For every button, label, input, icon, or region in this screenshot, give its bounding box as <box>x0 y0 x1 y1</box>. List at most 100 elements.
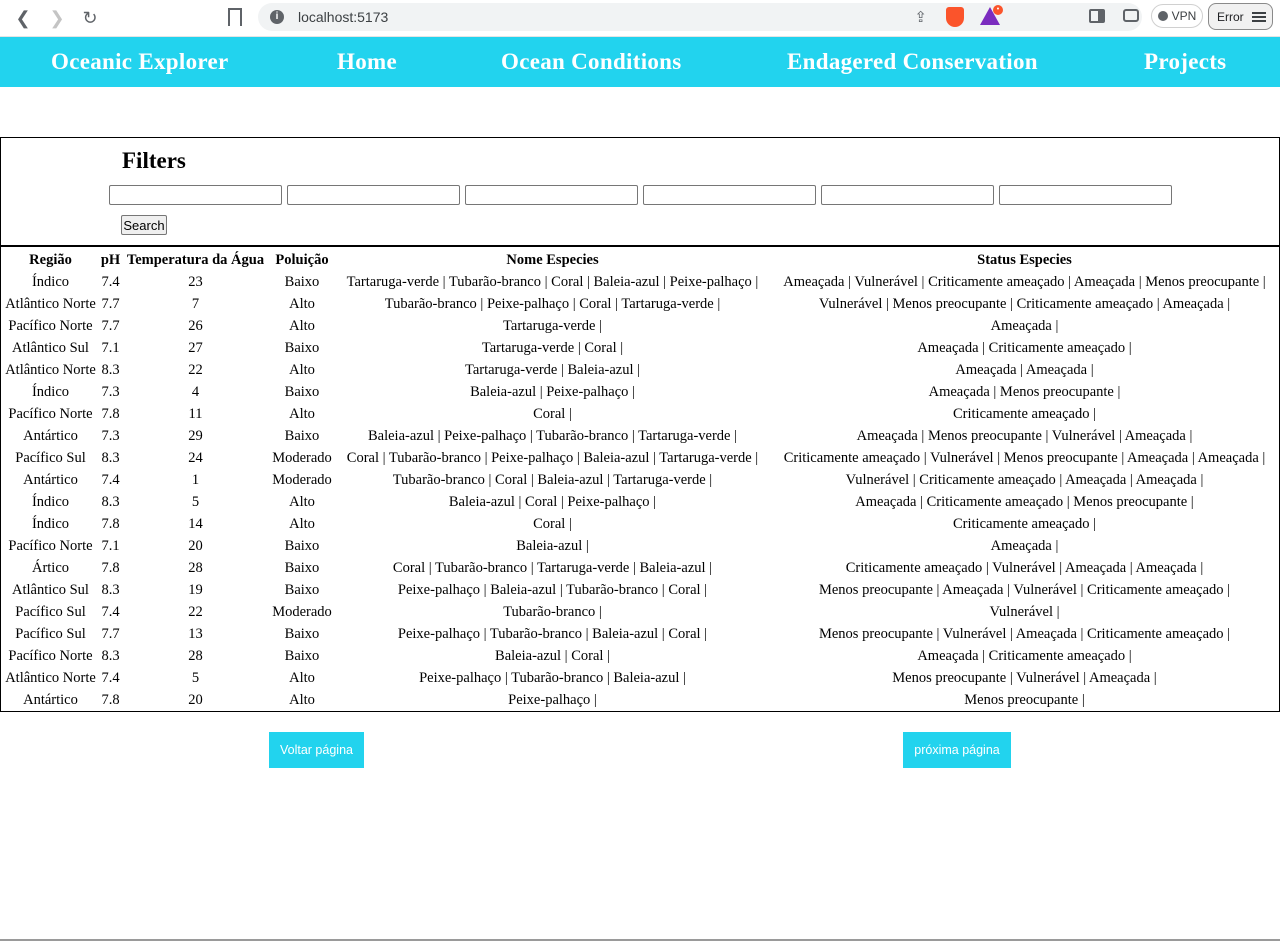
data-panel: Filters Search Região pH Temperatura da … <box>0 137 1280 712</box>
filters-title: Filters <box>122 148 186 173</box>
site-info-icon[interactable]: i <box>270 10 284 24</box>
cell-status-especies: Menos preocupante | Vulnerável | Ameaçad… <box>892 669 1157 686</box>
back-icon[interactable]: ❮ <box>11 6 35 30</box>
wallet-icon[interactable] <box>1123 9 1139 22</box>
address-bar[interactable]: i localhost:5173 ⇪ • <box>258 3 1142 31</box>
cell-status-especies: Ameaçada | Criticamente ameaçado | <box>917 647 1132 664</box>
nav-link-ocean-conditions[interactable]: Ocean Conditions <box>501 49 682 75</box>
cell-temperatura: 19 <box>188 581 203 598</box>
cell-status-especies: Ameaçada | Ameaçada | <box>955 361 1094 378</box>
cell-status-especies: Ameaçada | Vulnerável | Criticamente ame… <box>783 273 1266 290</box>
header-ph: pH <box>100 251 121 268</box>
cell-temperatura: 20 <box>188 537 203 554</box>
cell-temperatura: 26 <box>188 317 203 334</box>
cell-regiao: Índico <box>31 273 70 290</box>
url-text[interactable]: localhost:5173 <box>298 9 388 25</box>
next-page-button[interactable]: próxima página <box>903 732 1011 768</box>
cell-status-especies: Menos preocupante | Vulnerável | Ameaçad… <box>818 625 1231 642</box>
cell-poluicao: Alto <box>289 669 315 686</box>
cell-temperatura: 22 <box>188 361 203 378</box>
cell-ph: 7.7 <box>101 317 120 334</box>
table-row: Antártico 7.8 20 Alto Peixe-palhaço | Menos p… <box>2 689 1279 711</box>
cell-ph: 7.3 <box>101 383 120 400</box>
divider <box>1 245 1279 247</box>
brave-shields-icon[interactable] <box>946 7 964 27</box>
table-row: Pacífico Norte 7.8 11 Alto Coral | Criticamen… <box>2 403 1279 425</box>
cell-nome-especies: Tartaruga-verde | Coral | <box>481 339 624 356</box>
cell-ph: 7.8 <box>101 405 120 422</box>
cell-nome-especies: Baleia-azul | <box>516 537 589 554</box>
table-row: Índico 7.8 14 Alto Coral | Criticamente ameaç… <box>2 513 1279 535</box>
cell-ph: 7.1 <box>101 537 120 554</box>
cell-poluicao: Baixo <box>284 383 320 400</box>
error-menu-button[interactable]: Error <box>1208 3 1273 30</box>
cell-regiao: Índico <box>31 493 70 510</box>
cell-regiao: Ártico <box>31 559 70 576</box>
table-row: Ártico 7.8 28 Baixo Coral | Tubarão-branco |… <box>2 557 1279 579</box>
filter-input-3[interactable] <box>465 185 638 205</box>
cell-status-especies: Menos preocupante | <box>964 691 1085 708</box>
cell-status-especies: Vulnerável | Criticamente ameaçado | Ame… <box>845 471 1204 488</box>
share-icon[interactable]: ⇪ <box>914 8 927 26</box>
forward-icon[interactable]: ❯ <box>45 6 69 30</box>
cell-poluicao: Alto <box>289 691 315 708</box>
hamburger-menu-icon <box>1251 10 1266 24</box>
cell-nome-especies: Tartaruga-verde | Baleia-azul | <box>464 361 641 378</box>
table-row: Pacífico Sul 7.4 22 Moderado Tubarão-branco … <box>2 601 1279 623</box>
cell-poluicao: Alto <box>289 405 315 422</box>
cell-nome-especies: Coral | <box>533 405 572 422</box>
brand-logo[interactable]: Oceanic Explorer <box>51 49 228 75</box>
table-row: Pacífico Sul 8.3 24 Moderado Coral | Tubarão… <box>2 447 1279 469</box>
app-navbar: Oceanic Explorer Home Ocean Conditions E… <box>0 37 1280 87</box>
cell-nome-especies: Baleia-azul | Peixe-palhaço | <box>470 383 635 400</box>
filter-input-5[interactable] <box>821 185 994 205</box>
header-temperatura: Temperatura da Água <box>126 251 265 268</box>
cell-ph: 8.3 <box>101 581 120 598</box>
header-poluicao: Poluição <box>275 251 329 268</box>
cell-regiao: Antártico <box>23 427 78 444</box>
cell-nome-especies: Coral | Tubarão-branco | Peixe-palhaço |… <box>346 449 759 466</box>
cell-temperatura: 22 <box>188 603 203 620</box>
cell-status-especies: Ameaçada | Criticamente ameaçado | <box>917 339 1132 356</box>
cell-ph: 8.3 <box>101 647 120 664</box>
cell-temperatura: 29 <box>188 427 203 444</box>
table-row: Índico 7.4 23 Baixo Tartaruga-verde | Tubarã… <box>2 271 1279 293</box>
table-row: Atlântico Sul 8.3 19 Baixo Peixe-palhaço | B… <box>2 579 1279 601</box>
nav-link-projects[interactable]: Projects <box>1144 49 1226 75</box>
sidebar-toggle-icon[interactable] <box>1089 9 1105 23</box>
cell-regiao: Atlântico Norte <box>5 669 96 686</box>
reload-icon[interactable]: ↻ <box>78 6 102 30</box>
header-regiao: Região <box>29 251 72 268</box>
cell-ph: 7.4 <box>101 471 120 488</box>
cell-ph: 8.3 <box>101 449 120 466</box>
cell-nome-especies: Peixe-palhaço | Tubarão-branco | Baleia-… <box>419 669 686 686</box>
vpn-button[interactable]: VPN <box>1151 4 1203 28</box>
cell-regiao: Antártico <box>23 691 78 708</box>
table-header-row: Região pH Temperatura da Água Poluição N… <box>2 249 1279 271</box>
cell-regiao: Índico <box>31 515 70 532</box>
cell-status-especies: Ameaçada | <box>990 537 1059 554</box>
cell-nome-especies: Baleia-azul | Coral | Peixe-palhaço | <box>448 493 657 510</box>
cell-regiao: Atlântico Sul <box>12 581 89 598</box>
nav-link-home[interactable]: Home <box>337 49 397 75</box>
browser-toolbar: ❮ ❯ ↻ i localhost:5173 ⇪ • VPN Error <box>0 0 1280 37</box>
prev-page-button[interactable]: Voltar página <box>269 732 364 768</box>
filter-input-1[interactable] <box>109 185 282 205</box>
table-row: Pacífico Norte 7.7 26 Alto Tartaruga-verde |… <box>2 315 1279 337</box>
cell-regiao: Pacífico Norte <box>8 405 93 422</box>
filter-input-4[interactable] <box>643 185 816 205</box>
cell-regiao: Pacífico Norte <box>8 537 93 554</box>
cell-regiao: Pacífico Sul <box>15 625 86 642</box>
cell-nome-especies: Tartaruga-verde | <box>503 317 602 334</box>
nav-link-endangered-conservation[interactable]: Endagered Conservation <box>787 49 1038 75</box>
cell-poluicao: Alto <box>289 493 315 510</box>
filter-input-2[interactable] <box>287 185 460 205</box>
filter-input-6[interactable] <box>999 185 1172 205</box>
cell-ph: 7.8 <box>101 691 120 708</box>
search-button[interactable]: Search <box>121 215 167 235</box>
table-row: Pacífico Sul 7.7 13 Baixo Peixe-palhaço | Tu… <box>2 623 1279 645</box>
cell-regiao: Atlântico Norte <box>5 295 96 312</box>
cell-poluicao: Baixo <box>284 581 320 598</box>
bookmark-icon[interactable] <box>228 8 242 26</box>
cell-ph: 7.4 <box>101 603 120 620</box>
